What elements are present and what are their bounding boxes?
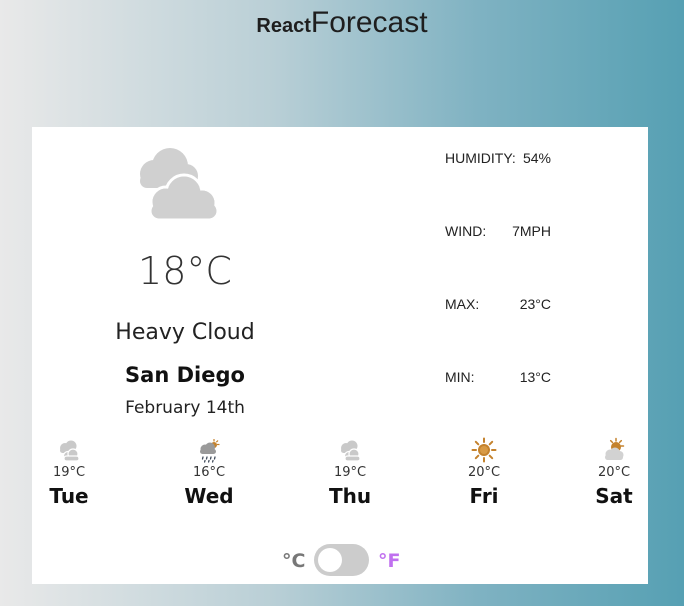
- brand-prefix: React: [256, 15, 311, 37]
- unit-toggle[interactable]: [314, 544, 369, 576]
- cloud-icon: [140, 148, 220, 222]
- forecast-day-wed: 16°C Wed: [179, 437, 239, 508]
- max-label: MAX:: [445, 296, 480, 312]
- wind-stat: WIND: 7MPH: [445, 223, 551, 243]
- sun-icon: [471, 437, 497, 463]
- forecast-day-fri: 20°C Fri: [454, 437, 514, 508]
- forecast-day-name: Sat: [595, 484, 633, 508]
- forecast-temp: 19°C: [333, 465, 367, 480]
- forecast-temp: 16°C: [192, 465, 226, 480]
- weather-card: 18°C Heavy Cloud San Diego February 14th…: [32, 127, 648, 584]
- brand-name: Forecast: [310, 6, 428, 39]
- unit-switcher: °C °F: [282, 544, 402, 580]
- city-name: San Diego: [125, 363, 245, 387]
- forecast-day-name: Tue: [49, 484, 89, 508]
- wind-label: WIND:: [445, 223, 487, 239]
- current-temperature: 18°C: [138, 249, 232, 293]
- max-value: 23°C: [519, 296, 551, 312]
- celsius-label[interactable]: °C: [282, 550, 305, 572]
- forecast-day-name: Thu: [328, 484, 372, 508]
- current-date: February 14th: [125, 398, 245, 418]
- toggle-knob[interactable]: [318, 548, 342, 572]
- forecast-day-name: Wed: [184, 484, 234, 508]
- partly-cloudy-icon: [605, 437, 625, 460]
- min-stat: MIN: 13°C: [445, 369, 551, 389]
- forecast-temp: 20°C: [467, 465, 501, 480]
- humidity-stat: HUMIDITY: 54%: [445, 150, 551, 170]
- weather-description: Heavy Cloud: [115, 320, 255, 345]
- forecast-day-thu: 19°C Thu: [320, 437, 380, 508]
- forecast-day-name: Fri: [469, 484, 499, 508]
- cloud-icon: [60, 440, 80, 462]
- min-value: 13°C: [519, 369, 551, 385]
- forecast-day-tue: 19°C Tue: [39, 437, 99, 508]
- cloud-icon: [341, 440, 361, 462]
- min-label: MIN:: [445, 369, 475, 385]
- rain-sun-icon: [200, 439, 220, 463]
- humidity-value: 54%: [522, 150, 551, 166]
- forecast-temp: 19°C: [52, 465, 86, 480]
- app-title: ReactForecast: [0, 6, 684, 40]
- forecast-temp: 20°C: [597, 465, 631, 480]
- fahrenheit-label[interactable]: °F: [378, 550, 400, 572]
- humidity-label: HUMIDITY:: [445, 150, 516, 166]
- max-stat: MAX: 23°C: [445, 296, 551, 316]
- forecast-day-sat: 20°C Sat: [584, 437, 644, 508]
- wind-value: 7MPH: [512, 223, 551, 239]
